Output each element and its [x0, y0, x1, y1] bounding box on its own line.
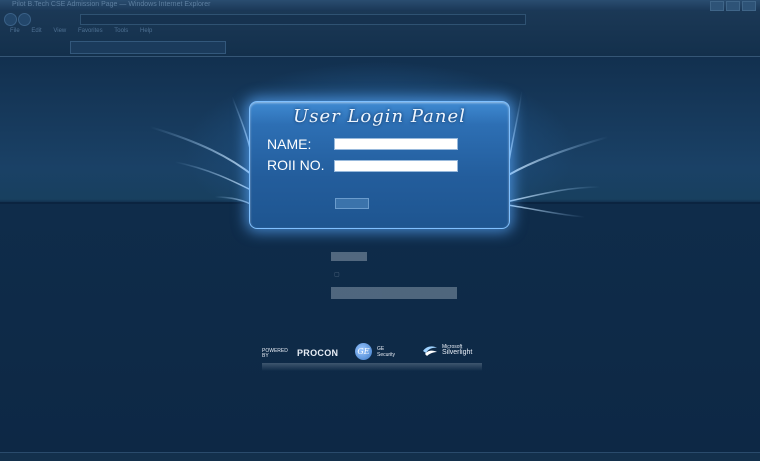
back-arrow-icon[interactable]: [4, 13, 17, 26]
reflected-button: [331, 252, 367, 261]
menu-file[interactable]: File: [10, 28, 20, 34]
reflected-checkbox: ▢: [334, 272, 340, 278]
address-bar-row: [0, 12, 760, 26]
close-button[interactable]: [742, 1, 756, 11]
name-label: NAME:: [267, 136, 312, 152]
roll-number-label: ROII NO.: [267, 157, 325, 173]
login-button[interactable]: [335, 198, 369, 209]
silverlight-icon: [423, 346, 437, 356]
menu-view[interactable]: View: [53, 28, 66, 34]
menu-tools[interactable]: Tools: [114, 28, 128, 34]
browser-chrome: Pilot B.Tech CSE Admission Page — Window…: [0, 0, 760, 57]
tab-bar: [0, 40, 760, 54]
panel-reflection: ▢: [249, 232, 508, 312]
address-input[interactable]: [80, 14, 526, 25]
silverlight-text: Microsoft Silverlight: [442, 344, 472, 356]
roll-number-input[interactable]: [334, 160, 458, 172]
menu-favorites[interactable]: Favorites: [78, 28, 103, 34]
window-title: Pilot B.Tech CSE Admission Page — Window…: [12, 1, 211, 8]
procon-name: PROCON: [297, 348, 339, 358]
window-controls: [710, 1, 756, 11]
logos-reflection: [262, 363, 482, 371]
panel-title: User Login Panel: [293, 106, 466, 127]
menu-edit[interactable]: Edit: [31, 28, 41, 34]
forward-arrow-icon[interactable]: [18, 13, 31, 26]
ge-monogram-icon: GE: [355, 343, 372, 360]
maximize-button[interactable]: [726, 1, 740, 11]
login-panel: User Login Panel NAME: ROII NO.: [249, 101, 510, 229]
name-input[interactable]: [334, 138, 458, 150]
procon-powered-text: POWERED BY: [262, 348, 288, 359]
ge-text: GE Security: [377, 346, 395, 358]
reflected-field: [331, 287, 457, 299]
page-content: User Login Panel NAME: ROII NO. ▢ POWERE…: [0, 57, 760, 452]
menu-bar: File Edit View Favorites Tools Help: [0, 28, 760, 38]
title-bar: Pilot B.Tech CSE Admission Page — Window…: [0, 0, 760, 11]
menu-help[interactable]: Help: [140, 28, 152, 34]
silverlight-name: Silverlight: [442, 349, 473, 356]
browser-tab[interactable]: [70, 41, 226, 54]
ge-line2: Security: [377, 352, 396, 358]
minimize-button[interactable]: [710, 1, 724, 11]
